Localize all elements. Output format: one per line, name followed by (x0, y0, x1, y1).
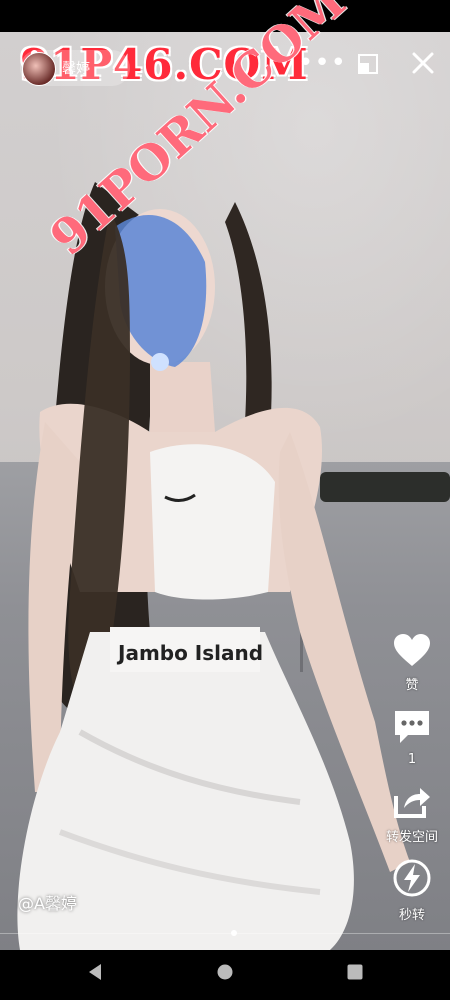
nav-recents-icon[interactable] (346, 962, 364, 982)
progress-handle[interactable] (231, 930, 237, 936)
share-icon (394, 788, 430, 818)
progress-track[interactable] (0, 933, 450, 934)
quick-forward-button[interactable]: 秒转 (382, 858, 442, 923)
like-button[interactable]: 赞 (382, 632, 442, 693)
like-label: 赞 (405, 678, 419, 693)
quick-forward-label: 秒转 (398, 908, 425, 923)
share-button[interactable]: 转发空间 (382, 784, 442, 845)
author-handle[interactable]: @A馨婷 (18, 890, 77, 914)
svg-text:Jambo Island: Jambo Island (116, 641, 263, 665)
close-icon[interactable] (410, 50, 436, 76)
nav-back-icon[interactable] (86, 962, 104, 982)
nav-home-icon[interactable] (216, 962, 234, 982)
comment-count: 1 (407, 752, 417, 767)
comment-button[interactable]: 1 (382, 708, 442, 767)
status-bar (0, 0, 450, 32)
share-label: 转发空间 (385, 830, 438, 845)
comment-icon (395, 711, 429, 743)
lightning-icon (393, 859, 431, 897)
avatar-name: 馨婷 (62, 61, 90, 77)
avatar[interactable] (22, 52, 56, 86)
heart-icon (394, 634, 430, 666)
restore-window-icon[interactable] (358, 54, 378, 74)
more-icon[interactable]: ••• (298, 48, 347, 78)
